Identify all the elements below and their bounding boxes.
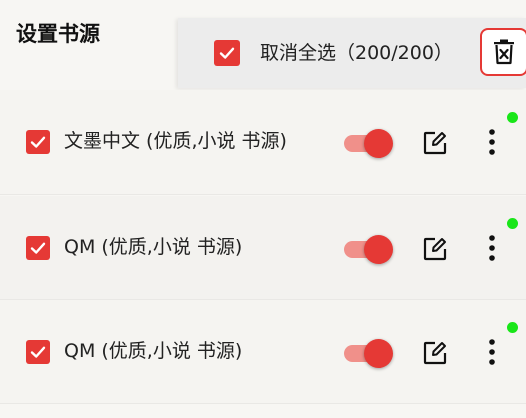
source-checkbox[interactable] [26,130,50,154]
select-all-checkbox[interactable] [214,40,240,66]
toggle-thumb [364,129,393,158]
deselect-all-label[interactable]: 取消全选（200/200） [260,39,453,67]
more-vertical-icon[interactable] [480,232,504,264]
selection-action-bar: 取消全选（200/200） [178,18,526,88]
row-divider [0,403,526,404]
source-enable-toggle[interactable] [344,338,396,368]
toggle-thumb [364,235,393,264]
delete-selected-button[interactable] [480,28,526,76]
check-icon [30,136,46,148]
more-vertical-icon[interactable] [480,126,504,158]
check-icon [30,346,46,358]
source-name: 文墨中文 (优质,小说 书源) [64,130,287,152]
source-checkbox[interactable] [26,340,50,364]
status-dot [507,218,518,229]
check-icon [219,47,235,59]
toggle-thumb [364,339,393,368]
edit-icon[interactable] [422,130,448,156]
edit-icon[interactable] [422,340,448,366]
source-row[interactable]: QM (优质,小说 书源) [0,300,526,404]
source-row[interactable]: QM (优质,小说 书源) [0,196,526,300]
source-name: QM (优质,小说 书源) [64,236,243,258]
source-row[interactable]: 文墨中文 (优质,小说 书源) [0,90,526,194]
status-dot [507,322,518,333]
source-settings-page: 设置书源 取消全选（200/200） 文墨中文 (优质,小说 书源) QM (优… [0,0,526,418]
source-enable-toggle[interactable] [344,128,396,158]
source-checkbox[interactable] [26,236,50,260]
more-vertical-icon[interactable] [480,336,504,368]
check-icon [30,242,46,254]
source-enable-toggle[interactable] [344,234,396,264]
edit-icon[interactable] [422,236,448,262]
page-title: 设置书源 [16,22,100,46]
source-name: QM (优质,小说 书源) [64,340,243,362]
status-dot [507,112,518,123]
row-divider [0,194,526,195]
delete-icon [494,39,514,65]
